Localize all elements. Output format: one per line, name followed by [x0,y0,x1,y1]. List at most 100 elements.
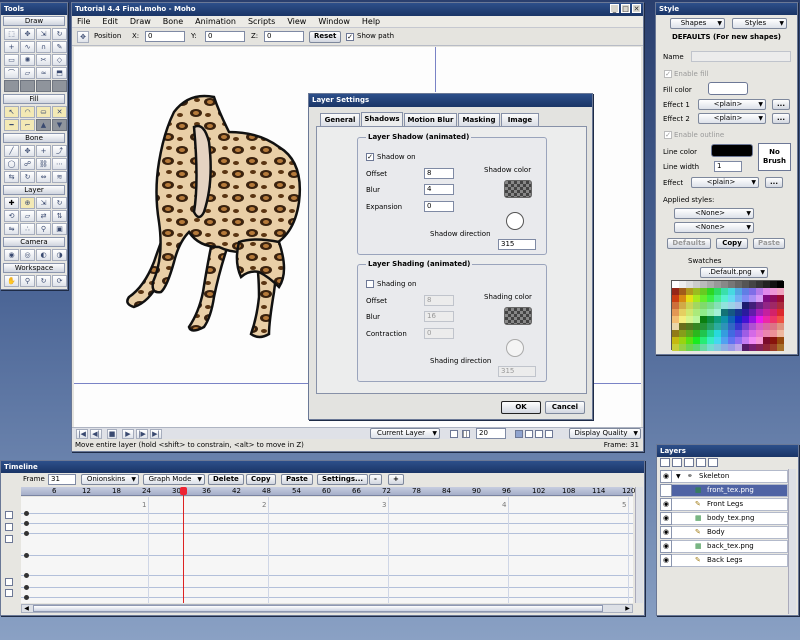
zoom-workspace-tool[interactable]: ⚲ [20,275,35,287]
visibility-eye-icon[interactable]: ◉ [660,512,672,525]
color-swatch[interactable] [763,337,770,344]
color-swatch[interactable] [721,344,728,351]
layer-row[interactable]: ◉ ✎ Front Legs [660,498,788,511]
rotate-workspace-tool[interactable]: ↻ [36,275,51,287]
fill-color-swatch[interactable] [708,82,748,95]
scroll-right-icon[interactable]: ▶ [623,605,632,612]
manipulate-bones-tool[interactable]: ☍ [20,158,35,170]
zoom-in-button[interactable]: + [388,474,404,485]
close-icon[interactable]: ✕ [632,4,641,13]
color-swatch[interactable] [742,316,749,323]
color-swatch[interactable] [728,344,735,351]
view-split-icon[interactable] [525,430,533,438]
color-swatch[interactable] [770,281,777,288]
menu-scripts[interactable]: Scripts [248,16,275,27]
line-width-input[interactable]: 1 [714,161,742,172]
color-swatch[interactable] [749,288,756,295]
color-swatch[interactable] [728,309,735,316]
delete-shape-tool[interactable]: ✕ [52,106,67,118]
timeline-tracks[interactable]: 1 2 3 4 5 [21,497,633,603]
color-swatch[interactable] [700,309,707,316]
color-swatch[interactable] [721,302,728,309]
keyframe-dot[interactable] [24,585,29,590]
select-points-tool[interactable]: ⬚ [4,28,19,40]
color-swatch[interactable] [770,295,777,302]
color-swatch[interactable] [714,337,721,344]
color-swatch[interactable] [742,330,749,337]
color-swatch[interactable] [721,323,728,330]
playhead-marker-icon[interactable] [180,487,187,495]
color-swatch[interactable] [728,281,735,288]
rewind-button[interactable]: |◀ [76,429,88,439]
color-swatch[interactable] [735,344,742,351]
effect2-select[interactable]: <plain> [698,113,766,124]
onionskins-select[interactable]: Onionskins [81,474,139,485]
timeline-paste-button[interactable]: Paste [281,474,313,485]
color-swatch[interactable] [728,316,735,323]
color-swatch[interactable] [672,302,679,309]
color-swatch[interactable] [777,295,784,302]
color-swatch[interactable] [693,337,700,344]
scale-points-tool[interactable]: ⇲ [36,28,51,40]
hide-edge-tool[interactable]: ⌐ [20,119,35,131]
color-swatch[interactable] [693,302,700,309]
rotate-bone-tool[interactable]: ↻ [20,171,35,183]
color-swatch[interactable] [693,295,700,302]
color-swatch[interactable] [679,281,686,288]
draw-shape-tool[interactable]: ▭ [4,54,19,66]
bone-physics-tool[interactable]: ≋ [52,171,67,183]
color-swatch[interactable] [756,302,763,309]
color-swatch[interactable] [735,337,742,344]
shadow-on-checkbox[interactable]: ✓ [366,153,374,161]
color-swatch[interactable] [686,302,693,309]
color-swatch[interactable] [693,330,700,337]
color-swatch[interactable] [679,337,686,344]
offset-bone-tool[interactable]: ⇆ [4,171,19,183]
shading-color-swatch[interactable] [504,307,532,325]
color-swatch[interactable] [728,295,735,302]
color-swatch[interactable] [756,330,763,337]
scroll-left-icon[interactable]: ◀ [22,605,31,612]
color-swatch[interactable] [679,323,686,330]
frame-input[interactable]: 31 [48,474,76,485]
bone-strength-tool[interactable]: ◯ [4,158,19,170]
zoom-out-button[interactable]: - [369,474,382,485]
color-swatch[interactable] [756,281,763,288]
color-swatch[interactable] [749,330,756,337]
translate-layer-tool[interactable]: ✚ [4,197,19,209]
color-swatch[interactable] [714,295,721,302]
color-swatch[interactable] [770,302,777,309]
tab-shadows[interactable]: Shadows [361,112,403,126]
color-swatch[interactable] [756,344,763,351]
color-swatch[interactable] [700,323,707,330]
curvature-tool[interactable]: ∿ [20,41,35,53]
roll-camera-tool[interactable]: ◐ [36,249,51,261]
color-swatch[interactable] [707,295,714,302]
color-swatch[interactable] [728,337,735,344]
tab-general[interactable]: General [320,113,360,126]
color-swatch[interactable] [714,302,721,309]
bend-tool[interactable]: ⌒ [4,67,19,79]
translate-bone-tool[interactable]: ✥ [20,145,35,157]
color-swatch[interactable] [707,344,714,351]
scale-layer-tool[interactable]: ⇲ [36,197,51,209]
color-swatch[interactable] [693,288,700,295]
color-swatch[interactable] [700,316,707,323]
color-swatch[interactable] [679,344,686,351]
color-swatch[interactable] [777,330,784,337]
dim-tool-1[interactable] [4,80,19,92]
color-swatch[interactable] [728,302,735,309]
menu-window[interactable]: Window [318,16,350,27]
color-swatch[interactable] [763,330,770,337]
color-swatch[interactable] [721,309,728,316]
zoom-camera-tool[interactable]: ◎ [20,249,35,261]
color-swatch[interactable] [735,281,742,288]
color-swatch[interactable] [672,288,679,295]
magnet-tool[interactable]: ∩ [36,41,51,53]
color-swatch[interactable] [721,288,728,295]
color-swatch[interactable] [749,316,756,323]
color-swatch[interactable] [672,337,679,344]
scale-bone-tool[interactable]: ⇔ [36,171,51,183]
add-point-tool[interactable]: + [4,41,19,53]
shadow-offset-input[interactable]: 8 [424,168,454,179]
